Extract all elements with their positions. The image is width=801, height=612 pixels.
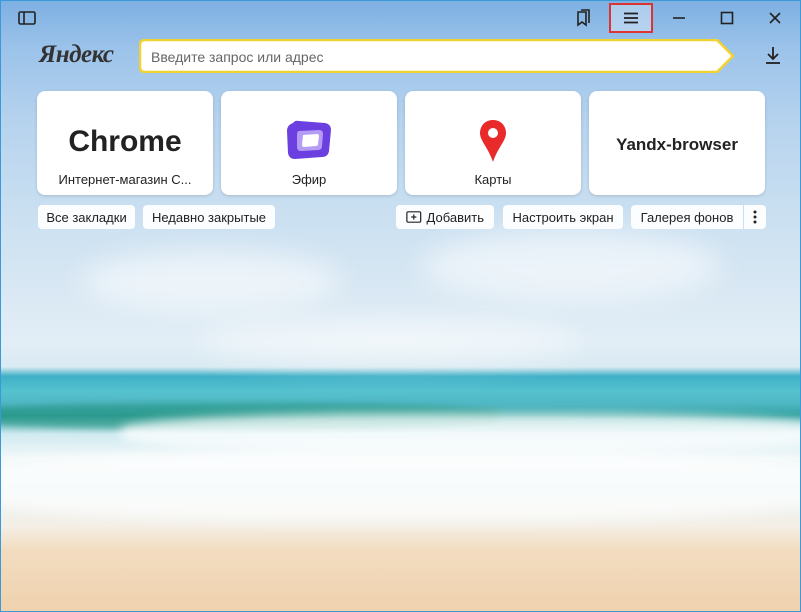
- browser-window: Яндекс Chrome Интернет-магазин C... Эфир…: [0, 0, 801, 612]
- yandex-logo[interactable]: Яндекс: [39, 41, 114, 69]
- add-tile-button[interactable]: Добавить: [396, 205, 494, 229]
- tile-caption: Эфир: [291, 172, 327, 187]
- minimize-button[interactable]: [657, 3, 701, 33]
- tile-chrome[interactable]: Chrome Интернет-магазин C...: [37, 91, 213, 195]
- efir-icon: [287, 120, 331, 159]
- tile-caption: Карты: [474, 172, 512, 187]
- download-icon: [766, 47, 780, 64]
- minimize-icon: [673, 17, 685, 19]
- maps-pin-icon: [480, 120, 506, 162]
- sidebar-toggle-button[interactable]: [5, 3, 49, 33]
- tile-efir[interactable]: Эфир: [221, 91, 397, 195]
- tile-maps[interactable]: Карты: [405, 91, 581, 195]
- background-cloud: [81, 251, 341, 311]
- add-label: Добавить: [426, 209, 484, 225]
- background-cloud: [421, 231, 721, 301]
- close-icon: [769, 12, 781, 24]
- maximize-button[interactable]: [705, 3, 749, 33]
- downloads-button[interactable]: [761, 43, 785, 67]
- close-button[interactable]: [753, 3, 797, 33]
- background-gallery-button[interactable]: Галерея фонов: [631, 205, 743, 229]
- tile-title: Chrome: [68, 125, 182, 158]
- maximize-icon: [720, 11, 734, 25]
- all-bookmarks-button[interactable]: Все закладки: [38, 205, 135, 229]
- tile-yandx-browser[interactable]: Yandx-browser: [589, 91, 765, 195]
- tile-title: Yandx-browser: [616, 135, 738, 154]
- bookmarks-button[interactable]: [561, 3, 605, 33]
- background-foam: [121, 413, 800, 453]
- recently-closed-button[interactable]: Недавно закрытые: [143, 205, 275, 229]
- background-foam: [1, 451, 800, 521]
- more-options-button[interactable]: [744, 205, 766, 229]
- hamburger-menu-icon: [624, 12, 638, 24]
- tile-caption: Интернет-магазин C...: [58, 172, 192, 187]
- customize-screen-button[interactable]: Настроить экран: [503, 205, 623, 229]
- bookmarks-icon: [577, 9, 590, 27]
- background-cloud: [201, 321, 581, 361]
- main-menu-button[interactable]: [609, 3, 653, 33]
- more-vertical-icon: [753, 210, 757, 224]
- add-icon: [406, 211, 422, 223]
- search-input[interactable]: [149, 46, 713, 68]
- sidebar-panel-icon: [18, 11, 36, 25]
- address-bar[interactable]: [139, 39, 735, 73]
